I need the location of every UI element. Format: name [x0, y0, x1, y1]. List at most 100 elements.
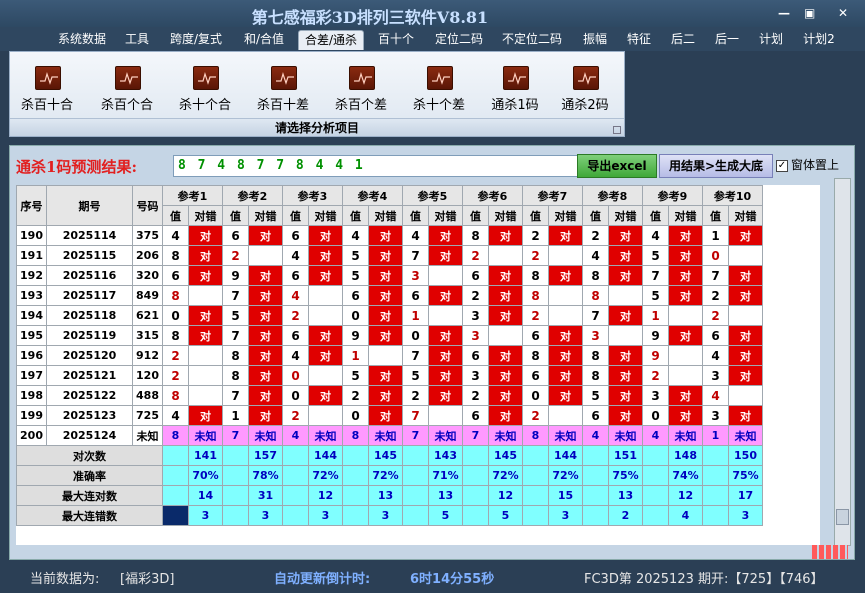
chart-icon[interactable] [35, 66, 61, 90]
result-value-field[interactable]: 8 7 4 8 7 7 8 4 4 1 [173, 155, 578, 177]
cell-value: 4 [162, 225, 189, 246]
checkbox-icon[interactable]: ✓ [776, 159, 788, 172]
col-judge[interactable]: 对错 [488, 205, 523, 226]
col-ref[interactable]: 参考4 [342, 185, 403, 206]
data-grid[interactable]: 序号 期号 号码 参考1 参考2 参考3 参考4 参考5 参考6 参考7 参考8 参考9 参考10 值对错… [16, 185, 820, 545]
cell-miss [428, 305, 463, 326]
menu-plan[interactable]: 计划 [752, 30, 790, 50]
stats-spacer [162, 465, 189, 486]
col-judge[interactable]: 对错 [308, 205, 343, 226]
stats-value: 3 [308, 505, 343, 526]
table-row[interactable]: 195 2025119 315 8 对 7 对 6 对 9 对 0 对 3 6 对 3 9 对 6 对 [16, 325, 763, 346]
col-value[interactable]: 值 [462, 205, 489, 226]
export-excel-button[interactable]: 导出excel [577, 154, 657, 178]
ribbon-item-label[interactable]: 杀百个差 [321, 94, 401, 113]
col-judge[interactable]: 对错 [428, 205, 463, 226]
chart-icon[interactable] [503, 66, 529, 90]
col-ref[interactable]: 参考2 [222, 185, 283, 206]
col-ref[interactable]: 参考1 [162, 185, 223, 206]
col-value[interactable]: 值 [282, 205, 309, 226]
table-row[interactable]: 190 2025114 375 4 对 6 对 6 对 4 对 4 对 8 对 2 对 2 对 4 对 1 对 [16, 225, 763, 246]
minimize-icon[interactable]: — [778, 6, 790, 20]
table-row[interactable]: 194 2025118 621 0 对 5 对 2 0 对 1 3 对 2 7 对 1 2 [16, 305, 763, 326]
chart-icon[interactable] [573, 66, 599, 90]
cell-number: 488 [132, 385, 163, 406]
stats-row: 最大连错数 3 3 3 3 5 5 3 2 4 3 [16, 505, 763, 526]
ribbon-item-label[interactable]: 杀百十合 [7, 94, 87, 113]
col-judge[interactable]: 对错 [608, 205, 643, 226]
ribbon-item-label[interactable]: 杀十个合 [165, 94, 245, 113]
chart-icon[interactable] [115, 66, 141, 90]
dialog-launcher-icon[interactable] [613, 126, 621, 134]
menu-system-data[interactable]: 系统数据 [52, 30, 112, 50]
col-value[interactable]: 值 [162, 205, 189, 226]
col-judge[interactable]: 对错 [668, 205, 703, 226]
col-value[interactable]: 值 [582, 205, 609, 226]
close-icon[interactable]: ✕ [838, 6, 848, 20]
table-row[interactable]: 198 2025122 488 8 7 对 0 对 2 对 2 对 2 对 0 对 5 对 3 对 4 [16, 385, 763, 406]
table-row[interactable]: 192 2025116 320 6 对 9 对 6 对 5 对 3 6 对 8 对 8 对 7 对 7 对 [16, 265, 763, 286]
chart-icon[interactable] [427, 66, 453, 90]
scrollbar-thumb[interactable] [836, 509, 849, 525]
col-period[interactable]: 期号 [46, 185, 133, 226]
generate-base-button[interactable]: 用结果>生成大底 [659, 154, 773, 178]
stats-spacer [162, 445, 189, 466]
pending-row[interactable]: 200 2025124 未知 8 未知 7 未知 4 未知 8 未知 7 未知 7 未知 8 未知 4 未知 4 未知 1… [16, 425, 763, 446]
col-judge[interactable]: 对错 [368, 205, 403, 226]
stats-value: 5 [428, 505, 463, 526]
col-ref[interactable]: 参考10 [702, 185, 763, 206]
menu-tools[interactable]: 工具 [118, 30, 156, 50]
menu-position-two[interactable]: 定位二码 [430, 30, 488, 50]
menu-sum-value[interactable]: 和/合值 [236, 30, 292, 50]
col-ref[interactable]: 参考9 [642, 185, 703, 206]
tab-sum-diff-kill[interactable]: 合差/通杀 [298, 30, 364, 50]
table-row[interactable]: 197 2025121 120 2 8 对 0 5 对 5 对 3 对 6 对 8 对 2 3 对 [16, 365, 763, 386]
chart-icon[interactable] [349, 66, 375, 90]
table-row[interactable]: 193 2025117 849 8 7 对 4 6 对 6 对 2 对 8 8 5 对 2 对 [16, 285, 763, 306]
topmost-checkbox[interactable]: ✓ 窗体置上 [776, 156, 839, 173]
stats-value: 31 [248, 485, 283, 506]
cell-value: 9 [642, 325, 669, 346]
ribbon-item-label[interactable]: 通杀1码 [475, 94, 555, 113]
table-row[interactable]: 199 2025123 725 4 对 1 对 2 0 对 7 6 对 2 6 对 0 对 3 对 [16, 405, 763, 426]
cell-hit: 对 [248, 225, 283, 246]
col-value[interactable]: 值 [222, 205, 249, 226]
col-value[interactable]: 值 [402, 205, 429, 226]
col-ref[interactable]: 参考7 [522, 185, 583, 206]
cell-seq: 198 [16, 385, 47, 406]
vertical-scrollbar[interactable] [834, 178, 851, 546]
ribbon-item-label[interactable]: 杀百个合 [87, 94, 167, 113]
col-value[interactable]: 值 [702, 205, 729, 226]
menu-features[interactable]: 特征 [620, 30, 658, 50]
menu-nonposition-two[interactable]: 不定位二码 [497, 30, 567, 50]
menu-last-one[interactable]: 后一 [708, 30, 746, 50]
col-value[interactable]: 值 [342, 205, 369, 226]
menu-span-compound[interactable]: 跨度/复式 [164, 30, 228, 50]
menu-hundreds-tens-units[interactable]: 百十个 [372, 30, 420, 50]
col-ref[interactable]: 参考3 [282, 185, 343, 206]
ribbon-item-label[interactable]: 通杀2码 [545, 94, 625, 113]
chart-icon[interactable] [193, 66, 219, 90]
ribbon-item-label[interactable]: 杀百十差 [243, 94, 323, 113]
menu-amplitude[interactable]: 振幅 [576, 30, 614, 50]
col-number[interactable]: 号码 [132, 185, 163, 226]
table-row[interactable]: 196 2025120 912 2 8 对 4 对 1 7 对 6 对 8 对 8 对 9 4 对 [16, 345, 763, 366]
table-row[interactable]: 191 2025115 206 8 对 2 4 对 5 对 7 对 2 2 4 对 5 对 0 [16, 245, 763, 266]
col-ref[interactable]: 参考6 [462, 185, 523, 206]
chart-icon[interactable] [271, 66, 297, 90]
cell-value: 0 [342, 405, 369, 426]
menu-last-two[interactable]: 后二 [664, 30, 702, 50]
cell-value: 8 [162, 245, 189, 266]
col-value[interactable]: 值 [642, 205, 669, 226]
menu-plan2[interactable]: 计划2 [798, 30, 840, 50]
col-ref[interactable]: 参考5 [402, 185, 463, 206]
col-ref[interactable]: 参考8 [582, 185, 643, 206]
col-judge[interactable]: 对错 [728, 205, 763, 226]
col-judge[interactable]: 对错 [248, 205, 283, 226]
col-seq[interactable]: 序号 [16, 185, 47, 226]
col-value[interactable]: 值 [522, 205, 549, 226]
restore-icon[interactable]: ▣ [804, 6, 815, 20]
ribbon-item-label[interactable]: 杀十个差 [399, 94, 479, 113]
col-judge[interactable]: 对错 [188, 205, 223, 226]
col-judge[interactable]: 对错 [548, 205, 583, 226]
